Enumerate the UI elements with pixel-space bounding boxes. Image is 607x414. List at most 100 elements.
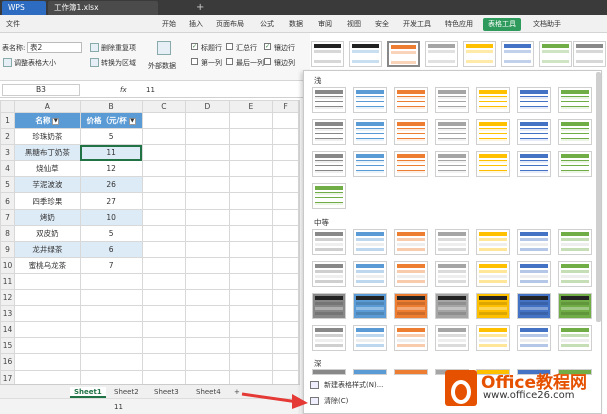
table-style-medium-swatch[interactable] xyxy=(394,229,428,255)
table-style-medium-swatch[interactable] xyxy=(558,293,592,319)
empty-cell[interactable] xyxy=(228,321,274,339)
empty-cell[interactable] xyxy=(13,337,81,355)
empty-cell[interactable] xyxy=(13,305,81,323)
cell-name[interactable]: 烧仙草 xyxy=(13,160,81,178)
table-style-light-swatch[interactable] xyxy=(558,87,592,113)
empty-cell[interactable] xyxy=(185,144,230,162)
table-style-dark-swatch[interactable] xyxy=(394,369,428,375)
table-style-medium-swatch[interactable] xyxy=(476,229,510,255)
empty-cell[interactable] xyxy=(141,337,187,355)
resize-table-button[interactable]: 调整表格大小 xyxy=(14,58,56,68)
table-style-medium-swatch[interactable] xyxy=(517,261,551,287)
table-style-medium-swatch[interactable] xyxy=(353,293,387,319)
table-style-light-swatch[interactable] xyxy=(435,151,469,177)
cell-name[interactable]: 四季珍果 xyxy=(13,192,81,210)
table-style-medium-swatch[interactable] xyxy=(312,325,346,351)
menu-formula[interactable]: 公式 xyxy=(258,18,276,31)
empty-cell[interactable] xyxy=(185,128,230,146)
empty-cell[interactable] xyxy=(228,192,274,210)
menu-page-layout[interactable]: 页面布局 xyxy=(214,18,246,31)
empty-cell[interactable] xyxy=(185,224,230,242)
row-header[interactable]: 9 xyxy=(0,240,15,258)
table-style-light-swatch[interactable] xyxy=(312,183,346,209)
empty-cell[interactable] xyxy=(141,111,187,130)
empty-cell[interactable] xyxy=(79,337,143,355)
table-style-light-swatch[interactable] xyxy=(312,87,346,113)
menu-home[interactable]: 开始 xyxy=(160,18,178,31)
tab-workbook[interactable]: 工作簿1.xlsx xyxy=(48,1,158,15)
empty-cell[interactable] xyxy=(141,353,187,371)
new-table-style-item[interactable]: 新建表格样式(N)... xyxy=(310,379,383,391)
table-style-light-swatch[interactable] xyxy=(394,87,428,113)
empty-cell[interactable] xyxy=(272,240,299,258)
table-style-medium-swatch[interactable] xyxy=(394,261,428,287)
table-style-medium-swatch[interactable] xyxy=(558,229,592,255)
empty-cell[interactable] xyxy=(79,321,143,339)
header-cell-name[interactable]: 名称 ▼ xyxy=(13,111,81,130)
gallery-style-swatch[interactable] xyxy=(573,41,606,67)
table-style-medium-swatch[interactable] xyxy=(353,261,387,287)
empty-cell[interactable] xyxy=(141,208,187,226)
clear-style-item[interactable]: 清除(C) xyxy=(310,395,348,407)
filter-dropdown-icon[interactable]: ▼ xyxy=(128,117,136,125)
sheet-tab-1[interactable]: Sheet1 xyxy=(70,387,106,398)
cell-price[interactable]: 11 xyxy=(79,144,143,162)
empty-cell[interactable] xyxy=(185,321,230,339)
cell-name[interactable]: 珍珠奶茶 xyxy=(13,128,81,146)
row-header[interactable]: 12 xyxy=(0,289,15,307)
cell-price[interactable]: 26 xyxy=(79,176,143,194)
empty-cell[interactable] xyxy=(185,337,230,355)
row-header[interactable]: 4 xyxy=(0,160,15,178)
empty-cell[interactable] xyxy=(141,128,187,146)
table-style-light-swatch[interactable] xyxy=(435,119,469,145)
empty-cell[interactable] xyxy=(272,289,299,307)
row-header[interactable]: 8 xyxy=(0,224,15,242)
row-header[interactable]: 15 xyxy=(0,337,15,355)
empty-cell[interactable] xyxy=(141,289,187,307)
table-style-medium-swatch[interactable] xyxy=(394,325,428,351)
empty-cell[interactable] xyxy=(141,305,187,323)
column-header[interactable]: E xyxy=(228,100,274,113)
table-style-dark-swatch[interactable] xyxy=(312,369,346,375)
table-style-light-swatch[interactable] xyxy=(353,151,387,177)
empty-cell[interactable] xyxy=(13,289,81,307)
table-style-light-swatch[interactable] xyxy=(476,151,510,177)
empty-cell[interactable] xyxy=(79,353,143,371)
empty-cell[interactable] xyxy=(141,144,187,162)
empty-cell[interactable] xyxy=(272,321,299,339)
table-style-medium-swatch[interactable] xyxy=(435,261,469,287)
table-style-light-swatch[interactable] xyxy=(435,87,469,113)
table-style-medium-swatch[interactable] xyxy=(517,325,551,351)
empty-cell[interactable] xyxy=(185,305,230,323)
table-style-medium-swatch[interactable] xyxy=(312,229,346,255)
column-header[interactable]: D xyxy=(185,100,230,113)
empty-cell[interactable] xyxy=(228,289,274,307)
row-header[interactable]: 13 xyxy=(0,305,15,323)
table-style-medium-swatch[interactable] xyxy=(517,293,551,319)
row-header[interactable]: 1 xyxy=(0,111,15,130)
row-header[interactable]: 6 xyxy=(0,192,15,210)
empty-cell[interactable] xyxy=(185,208,230,226)
formula-input[interactable]: 11 xyxy=(146,86,155,94)
row-header[interactable]: 7 xyxy=(0,208,15,226)
empty-cell[interactable] xyxy=(272,176,299,194)
menu-developer[interactable]: 开发工具 xyxy=(401,18,433,31)
table-style-light-swatch[interactable] xyxy=(517,87,551,113)
empty-cell[interactable] xyxy=(79,289,143,307)
cell-price[interactable]: 10 xyxy=(79,208,143,226)
empty-cell[interactable] xyxy=(141,160,187,178)
empty-cell[interactable] xyxy=(79,272,143,291)
menu-features[interactable]: 特色应用 xyxy=(443,18,475,31)
empty-cell[interactable] xyxy=(228,160,274,178)
gallery-style-swatch[interactable] xyxy=(387,41,420,67)
menu-table-tools[interactable]: 表格工具 xyxy=(483,18,521,31)
row-header[interactable]: 2 xyxy=(0,128,15,146)
cell-price[interactable]: 7 xyxy=(79,256,143,274)
gallery-style-swatch[interactable] xyxy=(311,41,344,67)
empty-cell[interactable] xyxy=(272,144,299,162)
table-style-medium-swatch[interactable] xyxy=(476,293,510,319)
menu-insert[interactable]: 插入 xyxy=(187,18,205,31)
table-style-light-swatch[interactable] xyxy=(476,87,510,113)
empty-cell[interactable] xyxy=(141,272,187,291)
empty-cell[interactable] xyxy=(185,256,230,274)
